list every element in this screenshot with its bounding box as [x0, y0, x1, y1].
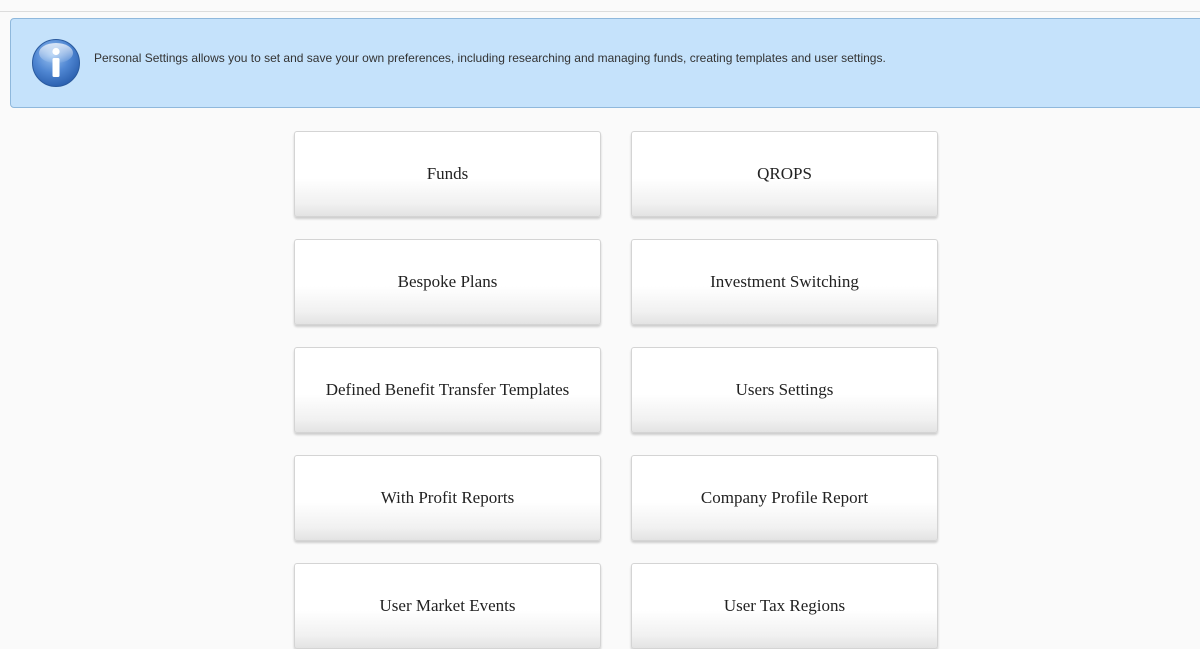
qrops-button-label: QROPS: [757, 164, 812, 183]
users-settings-button-label: Users Settings: [735, 380, 834, 399]
user-market-events-button[interactable]: User Market Events: [294, 563, 601, 649]
info-banner: Personal Settings allows you to set and …: [10, 18, 1200, 108]
user-tax-regions-button[interactable]: User Tax Regions: [631, 563, 938, 649]
company-profile-report-button[interactable]: Company Profile Report: [631, 455, 938, 541]
investment-switching-button-label: Investment Switching: [710, 272, 859, 291]
top-divider: [0, 11, 1200, 12]
bespoke-plans-button[interactable]: Bespoke Plans: [294, 239, 601, 325]
funds-button[interactable]: Funds: [294, 131, 601, 217]
investment-switching-button[interactable]: Investment Switching: [631, 239, 938, 325]
user-tax-regions-button-label: User Tax Regions: [723, 596, 846, 615]
with-profit-reports-button[interactable]: With Profit Reports: [294, 455, 601, 541]
user-market-events-button-label: User Market Events: [379, 596, 516, 615]
with-profit-reports-button-label: With Profit Reports: [380, 488, 515, 507]
bespoke-plans-button-label: Bespoke Plans: [397, 272, 498, 291]
qrops-button[interactable]: QROPS: [631, 131, 938, 217]
info-icon: [31, 38, 81, 88]
users-settings-button[interactable]: Users Settings: [631, 347, 938, 433]
funds-button-label: Funds: [426, 164, 469, 183]
defined-benefit-transfer-templates-button-label: Defined Benefit Transfer Templates: [325, 380, 570, 399]
info-message: Personal Settings allows you to set and …: [94, 51, 886, 65]
defined-benefit-transfer-templates-button[interactable]: Defined Benefit Transfer Templates: [294, 347, 601, 433]
company-profile-report-button-label: Company Profile Report: [700, 488, 869, 507]
